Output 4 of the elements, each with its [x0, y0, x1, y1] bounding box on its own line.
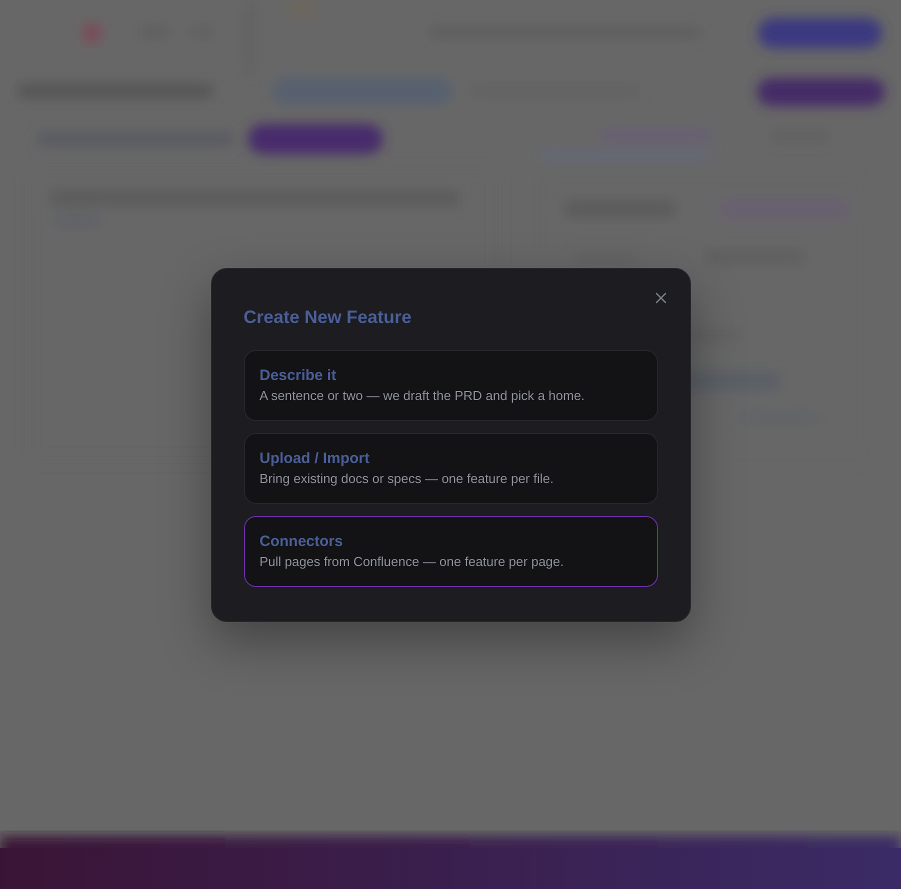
dialog-title: Create New Feature: [244, 306, 413, 328]
option-card[interactable]: Describe it A sentence or two — we draft the PRD and pick a home.: [244, 350, 658, 420]
option-card[interactable]: Connectors Pull pages from Confluence — one feature per page.: [244, 516, 658, 586]
option-card[interactable]: Upload / Import Bring existing docs or specs — one feature per file.: [244, 432, 658, 504]
